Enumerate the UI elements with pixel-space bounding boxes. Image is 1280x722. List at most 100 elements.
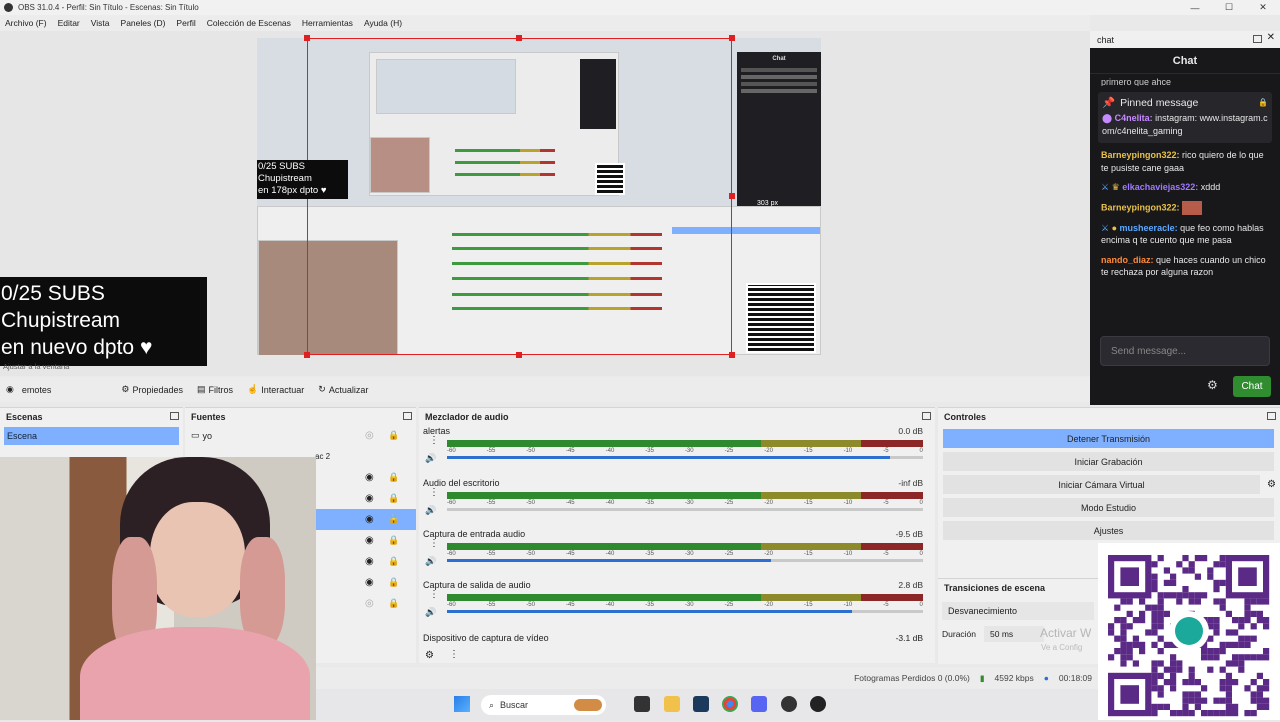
obs-logo-icon bbox=[4, 3, 13, 12]
volume-meter bbox=[447, 594, 923, 601]
emote-icon bbox=[1182, 200, 1203, 215]
virtual-camera-button[interactable]: Iniciar Cámara Virtual ⚙ bbox=[943, 475, 1276, 494]
properties-label: Propiedades bbox=[132, 384, 183, 395]
filters-button[interactable]: ▤ Filtros bbox=[197, 384, 233, 395]
menu-file[interactable]: Archivo (F) bbox=[5, 18, 47, 28]
gear-icon[interactable]: ⚙ bbox=[1207, 378, 1218, 392]
scene-item[interactable]: Escena bbox=[4, 427, 179, 445]
eye-icon[interactable]: ◉ bbox=[365, 535, 374, 546]
minimize-button[interactable]: — bbox=[1178, 0, 1212, 15]
task-view-icon[interactable] bbox=[634, 696, 650, 712]
meter-tick-label: -50 bbox=[526, 551, 535, 557]
eye-icon[interactable]: ◉ bbox=[365, 577, 374, 588]
close-dock-icon[interactable]: ✕ bbox=[1267, 32, 1275, 43]
eye-icon[interactable]: ◎ bbox=[365, 598, 374, 609]
stream-time: 00:18:09 bbox=[1058, 673, 1092, 683]
activation-watermark-sub: Ve a Config bbox=[1041, 643, 1083, 652]
chat-user: musheeracle: bbox=[1119, 222, 1178, 233]
eye-icon[interactable]: ◉ bbox=[365, 556, 374, 567]
discord-icon[interactable] bbox=[751, 696, 767, 712]
lock-icon[interactable]: 🔒 bbox=[388, 514, 399, 525]
menu-tools[interactable]: Herramientas bbox=[302, 18, 353, 28]
webcam-overlay bbox=[0, 457, 316, 720]
chat-message: ⚔ ● musheeracle: que feo como hablas enc… bbox=[1090, 220, 1280, 249]
lock-icon[interactable]: 🔒 bbox=[1258, 98, 1268, 107]
eye-icon[interactable]: ◉ bbox=[365, 472, 374, 483]
mixer-gear-icon[interactable]: ⚙ bbox=[425, 650, 434, 661]
undock-icon[interactable] bbox=[403, 412, 412, 420]
app-icon[interactable] bbox=[781, 696, 797, 712]
lock-icon[interactable]: 🔒 bbox=[388, 493, 399, 504]
volume-slider[interactable] bbox=[447, 508, 923, 511]
properties-button[interactable]: ⚙ Propiedades bbox=[121, 384, 183, 395]
refresh-button[interactable]: ↻ Actualizar bbox=[318, 384, 368, 395]
channel-menu-icon[interactable]: ⋮ bbox=[429, 436, 439, 446]
overlay-line3: en nuevo dpto ♥ bbox=[1, 336, 153, 359]
speaker-icon[interactable]: 🔊 bbox=[425, 607, 436, 618]
undock-icon[interactable] bbox=[1267, 412, 1276, 420]
pin-icon: 📌 bbox=[1102, 97, 1116, 109]
chrome-icon[interactable] bbox=[722, 696, 738, 712]
eye-icon[interactable]: ◉ bbox=[365, 514, 374, 525]
taskbar-search[interactable]: ⌕ Buscar bbox=[481, 695, 606, 715]
overlay-small-line2: Chupistream bbox=[258, 173, 312, 184]
menu-profile[interactable]: Perfil bbox=[176, 18, 195, 28]
start-recording-button[interactable]: Iniciar Grabación bbox=[943, 452, 1274, 471]
lock-icon[interactable]: 🔒 bbox=[388, 556, 399, 567]
menu-docks[interactable]: Paneles (D) bbox=[121, 18, 166, 28]
menu-scene-collection[interactable]: Colección de Escenas bbox=[207, 18, 291, 28]
badge-icon: ⬤ bbox=[1102, 113, 1113, 123]
menu-edit[interactable]: Editar bbox=[58, 18, 80, 28]
maximize-button[interactable]: ☐ bbox=[1212, 0, 1246, 15]
duration-input[interactable]: 50 ms bbox=[984, 626, 1045, 642]
undock-icon[interactable] bbox=[922, 412, 931, 420]
gear-icon[interactable]: ⚙ bbox=[1267, 479, 1276, 490]
eye-icon[interactable]: ◎ bbox=[365, 430, 374, 441]
lock-icon[interactable]: 🔒 bbox=[388, 598, 399, 609]
menu-view[interactable]: Vista bbox=[91, 18, 110, 28]
windows-start-icon[interactable] bbox=[454, 696, 470, 712]
stop-stream-button[interactable]: Detener Transmisión bbox=[943, 429, 1274, 448]
volume-slider[interactable] bbox=[447, 456, 923, 459]
channel-menu-icon[interactable]: ⋮ bbox=[429, 539, 439, 549]
menu-bar: Archivo (F) Editar Vista Paneles (D) Per… bbox=[0, 15, 1090, 31]
speaker-icon[interactable]: 🔊 bbox=[425, 453, 436, 464]
source-row[interactable]: ▭ yo ◎ 🔒 bbox=[185, 425, 416, 446]
lock-icon[interactable]: 🔒 bbox=[388, 472, 399, 483]
title-bar: OBS 31.0.4 - Perfil: Sin Título - Escena… bbox=[0, 0, 1280, 15]
volume-slider[interactable] bbox=[447, 559, 923, 562]
meter-tick-label: -5 bbox=[883, 448, 889, 454]
sword-icon: ⚔ bbox=[1101, 222, 1110, 233]
lock-icon[interactable]: 🔒 bbox=[388, 535, 399, 546]
zoom-note: Ajustar a la ventana bbox=[3, 362, 70, 371]
undock-icon[interactable] bbox=[1253, 35, 1262, 43]
nested-obs-window bbox=[369, 52, 625, 196]
eye-icon[interactable]: ◉ bbox=[365, 493, 374, 504]
volume-slider[interactable] bbox=[447, 610, 923, 613]
meter-tick-label: -15 bbox=[803, 448, 813, 454]
transition-select[interactable]: Desvanecimiento bbox=[942, 602, 1094, 620]
interact-button[interactable]: ☝ Interactuar bbox=[247, 384, 304, 395]
channel-menu-icon[interactable]: ⋮ bbox=[429, 590, 439, 600]
controls-header: Controles bbox=[938, 408, 1280, 425]
speaker-icon[interactable]: 🔊 bbox=[425, 505, 436, 516]
settings-button[interactable]: Ajustes bbox=[943, 521, 1274, 540]
chat-text: xddd bbox=[1200, 182, 1221, 192]
lock-icon[interactable]: 🔒 bbox=[388, 577, 399, 588]
menu-help[interactable]: Ayuda (H) bbox=[364, 18, 402, 28]
chat-send-button[interactable]: Chat bbox=[1233, 376, 1271, 397]
file-explorer-icon[interactable] bbox=[664, 696, 680, 712]
chat-input[interactable]: Send message... bbox=[1100, 336, 1270, 366]
filter-icon: ▤ bbox=[197, 384, 206, 394]
mixer-menu-icon[interactable]: ⋮ bbox=[449, 649, 459, 660]
undock-icon[interactable] bbox=[170, 412, 179, 420]
studio-mode-button[interactable]: Modo Estudio bbox=[943, 498, 1274, 517]
obs-taskbar-icon[interactable] bbox=[810, 696, 826, 712]
close-button[interactable]: ✕ bbox=[1246, 0, 1280, 15]
channel-db: -9.5 dB bbox=[895, 529, 923, 539]
chat-message: Barneypingon322: bbox=[1090, 199, 1280, 217]
channel-menu-icon[interactable]: ⋮ bbox=[429, 488, 439, 498]
lock-icon[interactable]: 🔒 bbox=[388, 430, 399, 441]
speaker-icon[interactable]: 🔊 bbox=[425, 556, 436, 567]
steam-icon[interactable] bbox=[693, 696, 709, 712]
